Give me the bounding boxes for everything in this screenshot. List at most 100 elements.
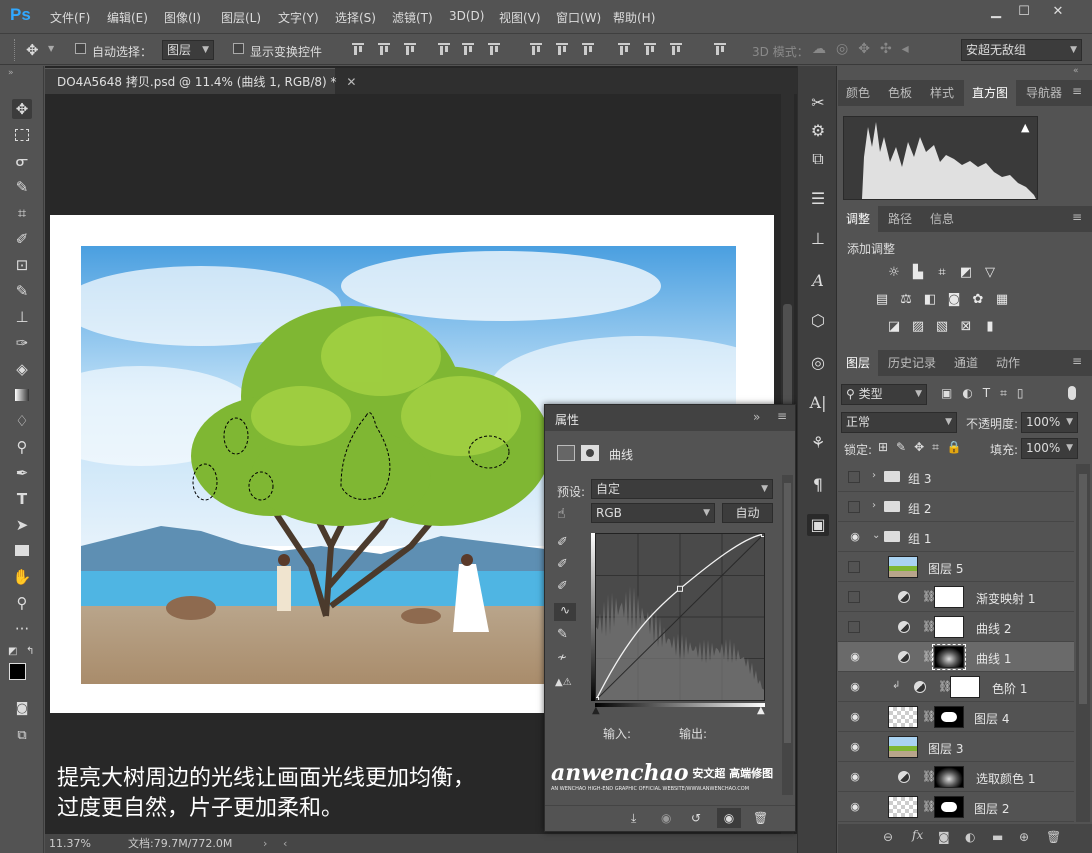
panels.top_tabs-tab-3[interactable]: 直方图 [964, 80, 1017, 106]
gradient-tool-icon[interactable] [12, 385, 32, 405]
lasso-tool-icon[interactable]: ᓂ [12, 151, 32, 171]
show-transform-checkbox[interactable] [233, 43, 244, 54]
distribute-right-icon[interactable] [670, 43, 682, 55]
brush-settings-icon[interactable]: ⚙ [807, 120, 829, 142]
properties-icon[interactable]: ☰ [807, 188, 829, 210]
mask-thumbnail[interactable] [934, 796, 964, 818]
curve-graph[interactable] [593, 531, 767, 703]
panel-menu-icon[interactable]: ≡ [1072, 354, 1082, 368]
chevron-down-icon[interactable]: ▼ [48, 44, 54, 53]
paragraph-icon[interactable]: ¶ [807, 474, 829, 496]
eye-icon[interactable]: ◉ [848, 801, 862, 813]
swap-colors-icon[interactable]: ↰ [26, 646, 34, 657]
delete-layer-icon[interactable]: 🗑 [1046, 830, 1061, 844]
history-brush-tool-icon[interactable]: ✑ [12, 333, 32, 353]
foreground-color-swatch[interactable] [9, 663, 26, 680]
document-tab[interactable]: DO4A5648 拷贝.psd @ 11.4% (曲线 1, RGB/8) * … [45, 68, 356, 94]
fill-field[interactable]: 100% ▼ [1021, 438, 1078, 459]
layer-row[interactable]: ◉ ↲ ⛓ 色阶 1 [838, 672, 1074, 702]
mask-thumbnail[interactable] [934, 706, 964, 728]
preset-dropdown[interactable]: 自定 ▼ [591, 479, 773, 499]
layer-filter-dropdown[interactable]: ⚲ 类型 ▼ [841, 384, 927, 405]
marquee-tool-icon[interactable] [12, 125, 32, 145]
panels.layer_tabs-tab-1[interactable]: 历史记录 [880, 350, 944, 376]
eyedropper-white-icon[interactable]: ✐ [557, 579, 568, 594]
move-tool-icon[interactable]: ✥ [26, 41, 39, 59]
character-icon[interactable]: A [807, 270, 829, 292]
eye-icon[interactable]: ◉ [848, 771, 862, 783]
properties-active-icon[interactable]: ▣ [807, 514, 829, 536]
tools-brush-icon[interactable]: ✂ [807, 92, 829, 114]
align-right-icon[interactable] [488, 43, 500, 55]
invert-icon[interactable]: ◪ [886, 319, 902, 335]
eye-icon[interactable]: ◉ [848, 651, 862, 663]
distribute-top-icon[interactable] [530, 43, 542, 55]
link-layers-icon[interactable]: ⊖ [883, 830, 893, 844]
gradient-map-icon[interactable]: ▮ [982, 319, 998, 335]
panel-menu-icon[interactable]: ≡ [777, 409, 787, 423]
brush-presets-icon[interactable]: ⚘ [807, 432, 829, 454]
move-tool-icon[interactable]: ✥ [12, 99, 32, 119]
auto-align-icon[interactable] [714, 43, 726, 55]
menu-item[interactable]: 编辑(E) [107, 9, 148, 26]
clip-to-layer-icon[interactable]: ⤓ [631, 811, 636, 826]
healing-tool-icon[interactable]: ⊡ [12, 255, 32, 275]
photo-filter-icon[interactable]: ◙ [946, 292, 962, 308]
exposure-icon[interactable]: ◩ [958, 265, 974, 281]
stamp-tool-icon[interactable]: ⊥ [12, 307, 32, 327]
scrollbar-thumb[interactable] [1079, 474, 1087, 704]
scrollbar-thumb[interactable] [784, 483, 791, 743]
visibility-toggle[interactable] [848, 591, 860, 603]
align-left-icon[interactable] [438, 43, 450, 55]
reset-icon[interactable]: ↺ [691, 811, 701, 825]
panels.adj_tabs-tab-2[interactable]: 信息 [922, 206, 962, 232]
layer-row[interactable]: ◉ ⛓ 图层 2 [838, 792, 1074, 822]
close-button[interactable]: ✕ [1047, 3, 1069, 21]
hand-tool-icon[interactable]: ✋ [12, 567, 32, 587]
layer-row[interactable]: › 组 3 [838, 462, 1074, 492]
quick-mask-icon[interactable]: ◙ [12, 699, 32, 719]
brightness-icon[interactable]: ☼ [886, 265, 902, 281]
visibility-toggle[interactable] [848, 621, 860, 633]
chevron-right-icon[interactable]: › [872, 500, 876, 511]
distribute-vcenter-icon[interactable] [556, 43, 568, 55]
clipping-warning-icon[interactable]: ▲⚠ [555, 677, 572, 688]
mask-thumbnail[interactable] [934, 766, 964, 788]
channel-dropdown[interactable]: RGB ▼ [591, 503, 715, 523]
color-lookup-icon[interactable]: ▦ [994, 292, 1010, 308]
menu-item[interactable]: 视图(V) [499, 9, 541, 26]
curve-point-tool-icon[interactable]: ∿ [554, 603, 576, 621]
type-tool-icon[interactable]: T [12, 489, 32, 509]
layer-row[interactable]: ◉ ⛓ 曲线 1 [838, 642, 1074, 672]
collapse-icon[interactable]: » [753, 410, 760, 424]
creative-cloud-icon[interactable]: ◎ [807, 352, 829, 374]
panel-menu-icon[interactable]: ≡ [1072, 210, 1082, 224]
layer-row[interactable]: ◉ ⛓ 图层 4 [838, 702, 1074, 732]
menu-item[interactable]: 3D(D) [449, 9, 484, 23]
visibility-toggle[interactable] [848, 561, 860, 573]
layer-filter-icons[interactable]: ▣◐T⌗▯ [941, 386, 1034, 401]
pencil-tool-icon[interactable]: ✎ [557, 627, 568, 642]
lock-icons[interactable]: ⊞✎✥⌗🔒 [878, 440, 970, 455]
distribute-bottom-icon[interactable] [582, 43, 594, 55]
layer-row[interactable]: ◉ 图层 3 [838, 732, 1074, 762]
curve-canvas[interactable] [593, 531, 767, 703]
blend-mode-dropdown[interactable]: 正常 ▼ [841, 412, 957, 433]
color-balance-icon[interactable]: ⚖ [898, 292, 914, 308]
chevron-right-icon[interactable]: › [872, 470, 876, 481]
eyedropper-black-icon[interactable]: ✐ [557, 535, 568, 550]
panels.top_tabs-tab-2[interactable]: 样式 [922, 80, 962, 106]
visibility-icon[interactable]: ◉ [717, 808, 741, 828]
layer-thumbnail[interactable] [888, 556, 918, 578]
opacity-field[interactable]: 100% ▼ [1021, 412, 1078, 433]
properties-scrollbar[interactable] [782, 475, 793, 795]
scroll-left-icon[interactable]: ‹ [283, 834, 287, 853]
auto-button[interactable]: 自动 [722, 503, 773, 523]
panels.adj_tabs-tab-1[interactable]: 路径 [880, 206, 920, 232]
menu-item[interactable]: 图像(I) [164, 9, 201, 26]
new-layer-icon[interactable]: ⊕ [1019, 830, 1029, 844]
add-mask-icon[interactable]: ◙ [938, 830, 950, 844]
menu-item[interactable]: 帮助(H) [613, 9, 655, 26]
eyedropper-gray-icon[interactable]: ✐ [557, 557, 568, 572]
menu-item[interactable]: 选择(S) [335, 9, 376, 26]
